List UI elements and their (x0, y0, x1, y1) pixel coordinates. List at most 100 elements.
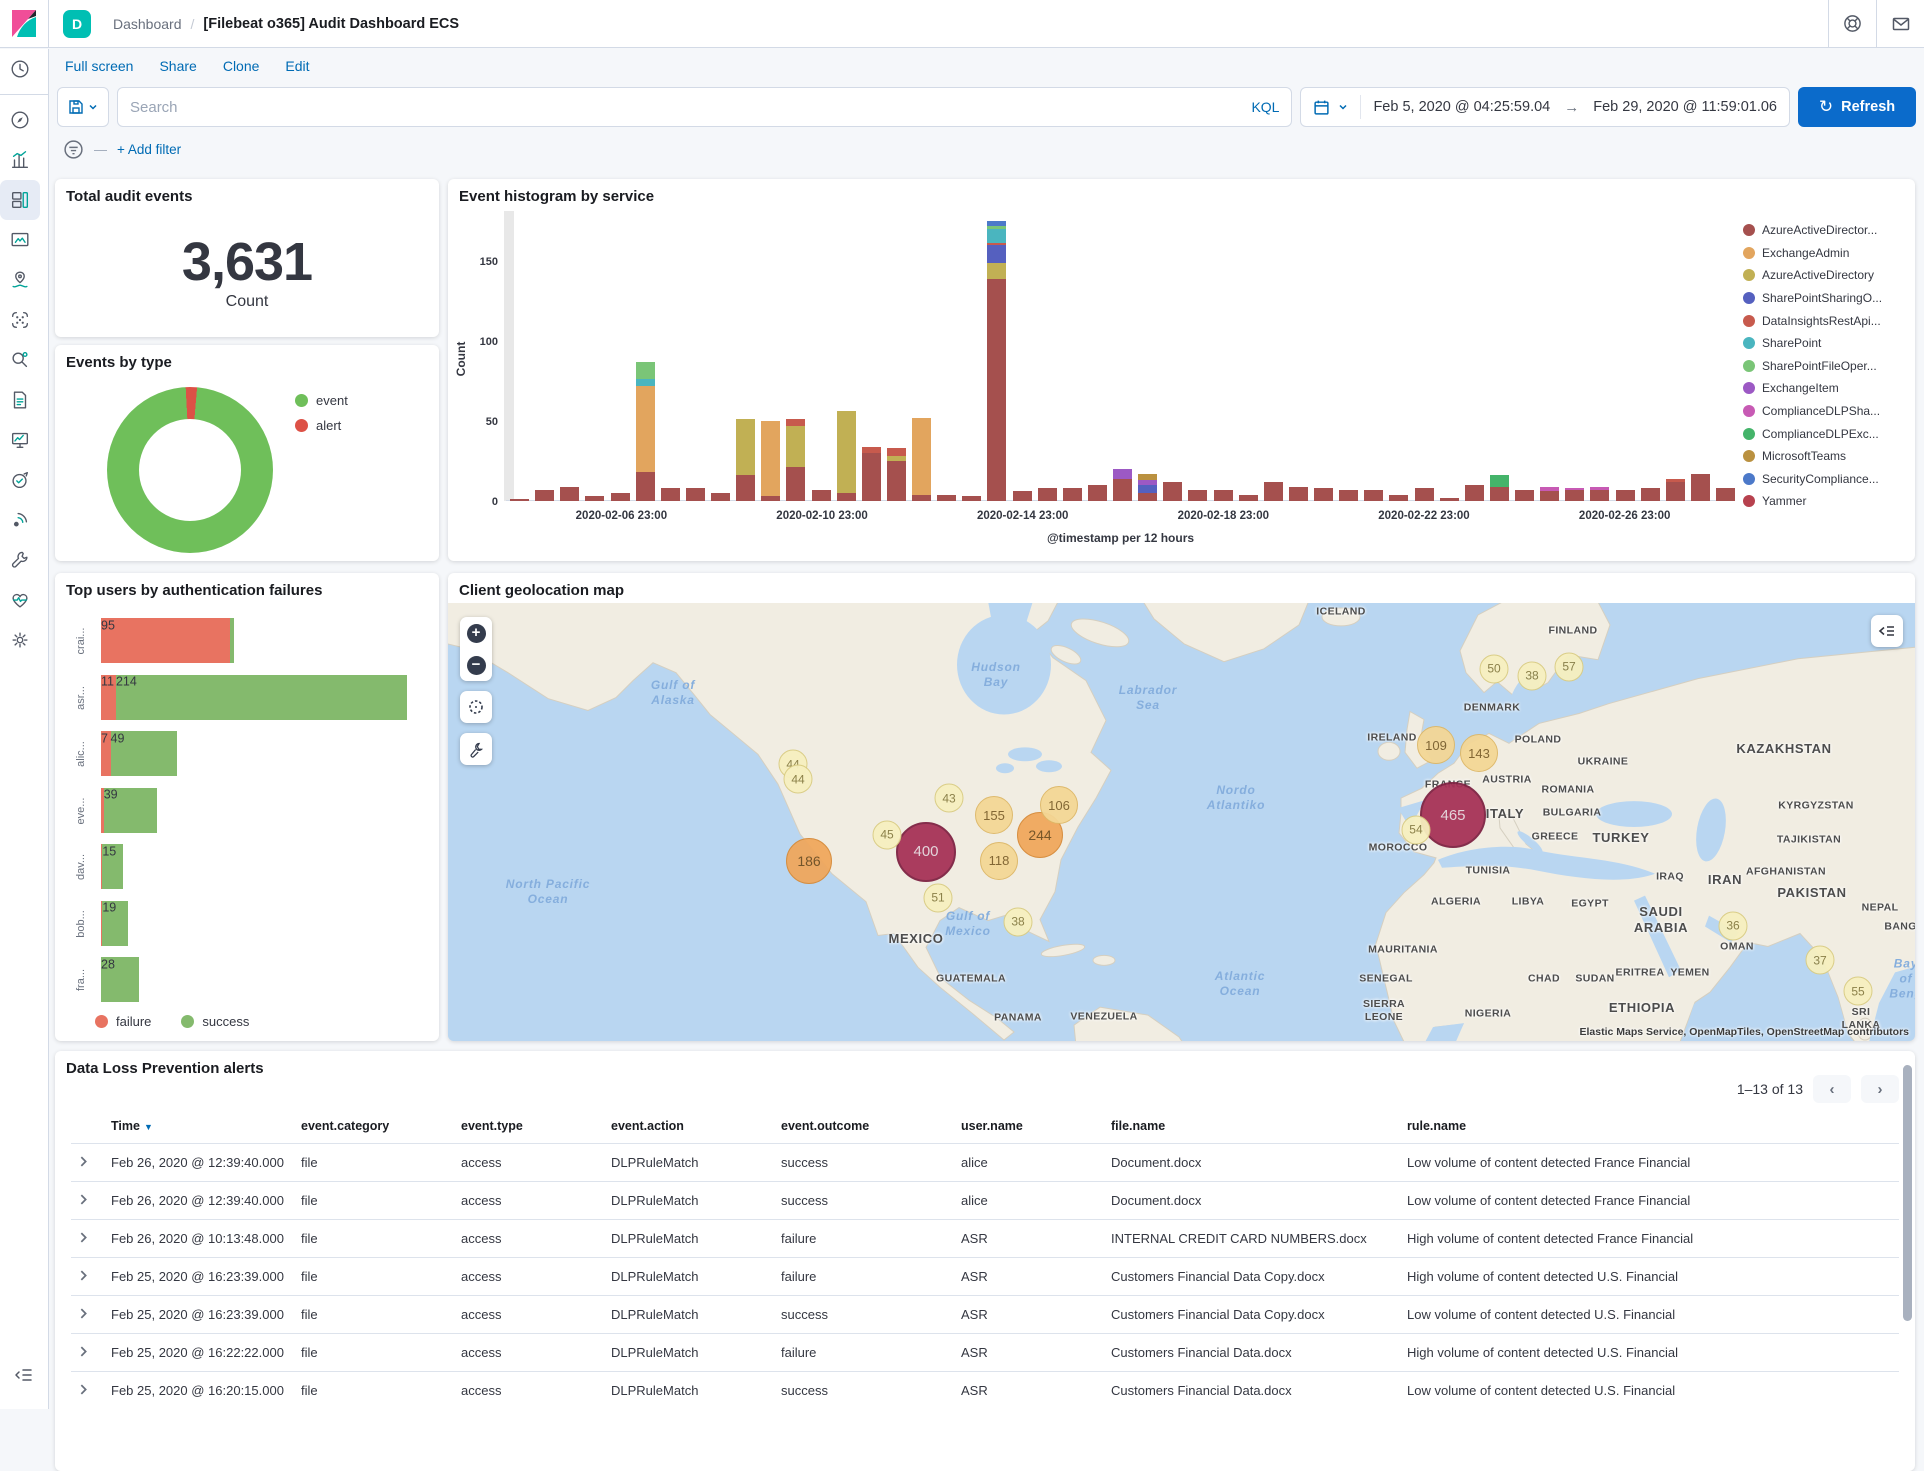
table-row[interactable]: Feb 25, 2020 @ 16:23:39.000fileaccessDLP… (71, 1295, 1899, 1333)
column-header-event-outcome[interactable]: event.outcome (781, 1119, 961, 1133)
map-cluster-bubble[interactable]: 143 (1460, 734, 1498, 772)
histogram-plot[interactable]: 050100150 Count 2020-02-06 23:002020-02-… (506, 217, 1735, 501)
map-cluster-bubble[interactable]: 57 (1555, 652, 1584, 681)
histogram-bar[interactable] (1314, 488, 1333, 501)
histogram-bar[interactable] (736, 419, 755, 501)
histogram-bar[interactable] (1138, 474, 1157, 501)
table-row[interactable]: Feb 25, 2020 @ 16:22:22.000fileaccessDLP… (71, 1333, 1899, 1371)
histogram-bar[interactable] (1188, 490, 1207, 501)
top-users-bar[interactable]: 11214 (101, 675, 407, 720)
histogram-bar[interactable] (1641, 488, 1660, 501)
kql-selector[interactable]: KQL (1241, 99, 1279, 115)
pagination-next-button[interactable]: › (1861, 1075, 1899, 1103)
histogram-bar[interactable] (1088, 485, 1107, 501)
histogram-bar[interactable] (1013, 491, 1032, 501)
histogram-bar[interactable] (1389, 495, 1408, 501)
histogram-bar[interactable] (711, 493, 730, 501)
column-header-event-category[interactable]: event.category (301, 1119, 461, 1133)
column-header-rule-name[interactable]: rule.name (1407, 1119, 1899, 1133)
collapse-navigation-button[interactable] (4, 1355, 44, 1395)
legend-item[interactable]: SecurityCompliance... (1743, 468, 1905, 491)
histogram-bar[interactable] (812, 490, 831, 501)
map-cluster-bubble[interactable]: 54 (1401, 815, 1430, 844)
map-cluster-bubble[interactable]: 118 (980, 842, 1018, 880)
histogram-bar[interactable] (1691, 474, 1710, 501)
map-fit-data-button[interactable] (460, 691, 492, 723)
map-cluster-bubble[interactable]: 44 (784, 765, 813, 794)
histogram-bar[interactable] (862, 447, 881, 501)
map-cluster-bubble[interactable]: 51 (924, 883, 953, 912)
sidebar-item-dashboard[interactable] (0, 180, 40, 220)
map-cluster-bubble[interactable]: 186 (786, 838, 832, 884)
pagination-prev-button[interactable]: ‹ (1813, 1075, 1851, 1103)
space-badge[interactable]: D (63, 10, 91, 38)
date-range-end[interactable]: Feb 29, 2020 @ 11:59:01.06 (1593, 99, 1777, 115)
legend-item[interactable]: AzureActiveDirectory (1743, 264, 1905, 287)
histogram-bar[interactable] (1590, 487, 1609, 501)
top-users-bar[interactable]: 15 (101, 844, 123, 889)
histogram-bar[interactable] (1716, 488, 1735, 501)
histogram-bar[interactable] (636, 362, 655, 501)
histogram-bar[interactable] (1415, 488, 1434, 501)
date-range-start[interactable]: Feb 5, 2020 @ 04:25:59.04 (1373, 99, 1550, 115)
histogram-bar[interactable] (535, 490, 554, 501)
map-cluster-bubble[interactable]: 106 (1040, 786, 1078, 824)
histogram-bar[interactable] (912, 418, 931, 501)
histogram-bar[interactable] (761, 421, 780, 501)
table-row[interactable]: Feb 25, 2020 @ 16:20:15.000fileaccessDLP… (71, 1371, 1899, 1409)
newsfeed-button[interactable] (1876, 0, 1924, 47)
histogram-bar[interactable] (1113, 469, 1132, 501)
column-header-time[interactable]: Time▼ (111, 1119, 301, 1133)
legend-item[interactable]: SharePoint (1743, 332, 1905, 355)
histogram-bar[interactable] (1440, 498, 1459, 501)
column-header-event-action[interactable]: event.action (611, 1119, 781, 1133)
sidebar-item-maps[interactable] (0, 260, 40, 300)
column-header-file-name[interactable]: file.name (1111, 1119, 1407, 1133)
legend-item-event[interactable]: event (295, 393, 348, 408)
table-row[interactable]: Feb 26, 2020 @ 10:13:48.000fileaccessDLP… (71, 1219, 1899, 1257)
map-cluster-bubble[interactable]: 43 (935, 784, 964, 813)
sidebar-item-canvas[interactable] (0, 220, 40, 260)
histogram-bar[interactable] (837, 411, 856, 501)
histogram-bar[interactable] (611, 493, 630, 501)
map-cluster-bubble[interactable]: 38 (1004, 907, 1033, 936)
sidebar-item-recently-viewed[interactable] (0, 49, 40, 89)
sidebar-item-machine-learning[interactable] (0, 300, 40, 340)
filter-icon[interactable] (63, 139, 84, 160)
histogram-bar[interactable] (585, 496, 604, 501)
full-screen-link[interactable]: Full screen (65, 58, 133, 74)
histogram-bar[interactable] (1163, 482, 1182, 501)
map-cluster-bubble[interactable]: 55 (1844, 977, 1873, 1006)
clone-link[interactable]: Clone (223, 58, 260, 74)
table-row[interactable]: Feb 26, 2020 @ 12:39:40.000fileaccessDLP… (71, 1181, 1899, 1219)
histogram-bar[interactable] (786, 419, 805, 501)
histogram-bar[interactable] (887, 448, 906, 501)
table-row[interactable]: Feb 25, 2020 @ 16:23:39.000fileaccessDLP… (71, 1257, 1899, 1295)
legend-item-success[interactable]: success (181, 1014, 249, 1029)
map-zoom-in-button[interactable]: + (460, 617, 492, 649)
expand-row-button[interactable] (71, 1231, 111, 1247)
kibana-logo[interactable] (0, 0, 49, 47)
column-header-event-type[interactable]: event.type (461, 1119, 611, 1133)
map-canvas[interactable]: ICELANDFINLANDDENMARKIRELANDPOLANDUKRAIN… (448, 603, 1915, 1041)
sidebar-item-logs[interactable] (0, 380, 40, 420)
histogram-bar[interactable] (560, 487, 579, 501)
legend-item[interactable]: AzureActiveDirector... (1743, 219, 1905, 242)
sidebar-item-management[interactable] (0, 620, 40, 660)
legend-item[interactable]: ExchangeAdmin (1743, 242, 1905, 265)
map-cluster-bubble[interactable]: 38 (1518, 661, 1547, 690)
expand-row-button[interactable] (71, 1345, 111, 1361)
help-button[interactable] (1828, 0, 1876, 47)
legend-item[interactable]: MicrosoftTeams (1743, 445, 1905, 468)
top-users-bar[interactable]: 749 (101, 731, 177, 776)
histogram-bar[interactable] (987, 221, 1006, 501)
histogram-bar[interactable] (1565, 488, 1584, 501)
legend-item[interactable]: Yammer (1743, 490, 1905, 513)
histogram-bar[interactable] (1540, 487, 1559, 501)
histogram-bar[interactable] (510, 499, 529, 501)
histogram-bar[interactable] (1364, 490, 1383, 501)
legend-item[interactable]: ComplianceDLPSha... (1743, 400, 1905, 423)
expand-row-button[interactable] (71, 1307, 111, 1323)
top-users-bar[interactable]: 39 (101, 788, 157, 833)
histogram-bar[interactable] (1038, 488, 1057, 501)
